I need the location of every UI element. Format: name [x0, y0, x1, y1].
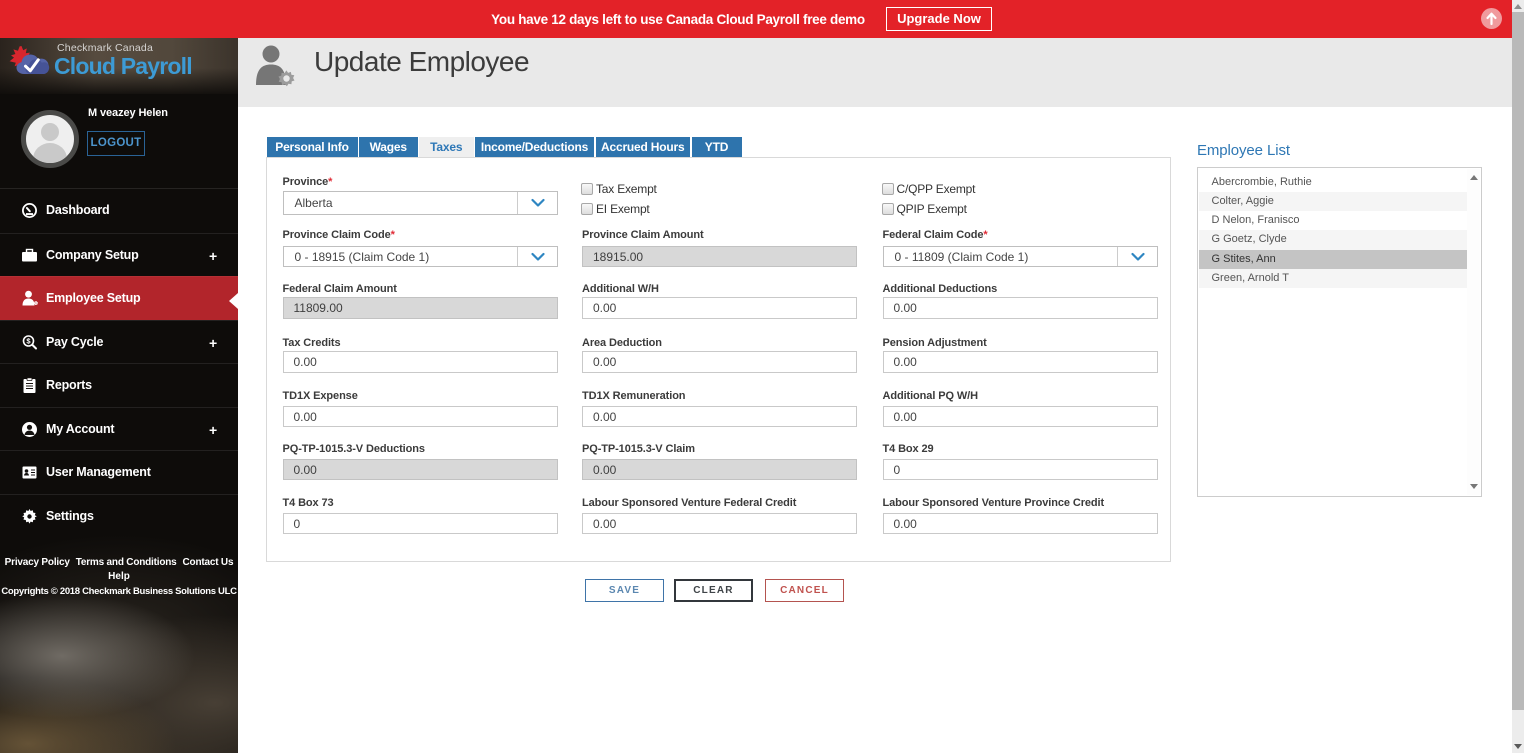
svg-text:$: $	[26, 336, 31, 345]
